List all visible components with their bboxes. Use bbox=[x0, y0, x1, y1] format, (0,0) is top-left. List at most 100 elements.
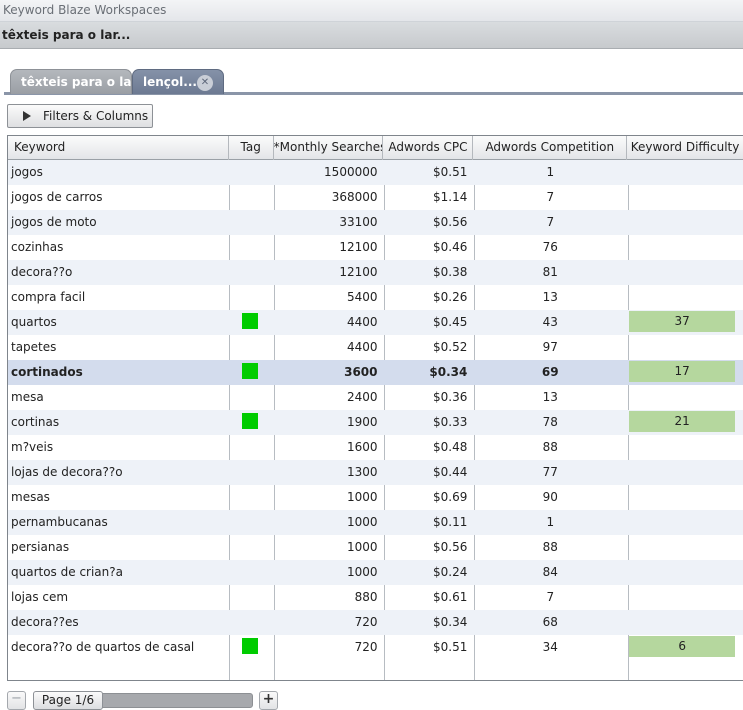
monthly-searches-cell: 720 bbox=[354, 615, 378, 629]
table-row[interactable]: jogos de moto 33100 $0.56 7 bbox=[8, 210, 743, 235]
column-header-keyword[interactable]: Keyword bbox=[8, 136, 229, 160]
plus-icon[interactable]: + bbox=[259, 691, 278, 710]
adwords-cpc-cell: $0.48 bbox=[433, 440, 468, 454]
adwords-competition-cell: 76 bbox=[542, 240, 558, 254]
table-row[interactable]: decora??o de quartos de casal 720 $0.51 34 6 bbox=[8, 635, 743, 660]
table-row[interactable]: quartos 4400 $0.45 43 37 bbox=[8, 310, 743, 335]
table-row[interactable]: jogos 1500000 $0.51 1 bbox=[8, 160, 743, 185]
monthly-searches-cell: 3600 bbox=[344, 365, 378, 379]
adwords-competition-cell: 43 bbox=[542, 315, 558, 329]
tag-cell bbox=[229, 410, 274, 435]
adwords-cpc-cell: $0.45 bbox=[433, 315, 468, 329]
keyword-difficulty-cell bbox=[627, 435, 743, 460]
table-row[interactable]: lojas cem 880 $0.61 7 bbox=[8, 585, 743, 610]
adwords-cpc-cell: $0.26 bbox=[433, 290, 468, 304]
table-row[interactable]: persianas 1000 $0.56 88 bbox=[8, 535, 743, 560]
minus-icon[interactable]: − bbox=[7, 691, 26, 710]
keyword-cell: mesas bbox=[11, 490, 50, 504]
table-row[interactable]: tapetes 4400 $0.52 97 bbox=[8, 335, 743, 360]
tag-cell bbox=[229, 260, 274, 285]
keyword-cell: decora??es bbox=[11, 615, 79, 629]
table-row[interactable]: cortinados 3600 $0.34 69 17 bbox=[8, 360, 743, 385]
keyword-cell: jogos de moto bbox=[11, 215, 97, 229]
adwords-cpc-cell: $0.33 bbox=[433, 415, 468, 429]
keyword-cell: jogos de carros bbox=[11, 190, 103, 204]
adwords-competition-cell: 7 bbox=[546, 590, 555, 604]
column-header-tag[interactable]: Tag bbox=[229, 136, 274, 160]
monthly-searches-cell: 1900 bbox=[346, 415, 378, 429]
adwords-competition-cell: 1 bbox=[546, 165, 555, 179]
adwords-competition-cell: 84 bbox=[542, 565, 558, 579]
tab-label: lençol... bbox=[143, 75, 197, 89]
keyword-cell: quartos de crian?a bbox=[11, 565, 123, 579]
tag-cell bbox=[229, 635, 274, 660]
keyword-cell: pernambucanas bbox=[11, 515, 108, 529]
table-row[interactable]: lojas de decora??o 1300 $0.44 77 bbox=[8, 460, 743, 485]
tag-cell bbox=[229, 235, 274, 260]
monthly-searches-cell: 4400 bbox=[346, 315, 378, 329]
play-icon bbox=[23, 111, 31, 121]
table-row[interactable]: mesas 1000 $0.69 90 bbox=[8, 485, 743, 510]
adwords-cpc-cell: $0.56 bbox=[433, 540, 468, 554]
table-row[interactable]: quartos de crian?a 1000 $0.24 84 bbox=[8, 560, 743, 585]
keyword-grid: Keyword Tag *Monthly Searches Adwords CP… bbox=[7, 135, 743, 681]
adwords-competition-cell: 7 bbox=[546, 215, 555, 229]
column-header-keyword-difficulty[interactable]: Keyword Difficulty bbox=[627, 136, 743, 160]
adwords-cpc-cell: $0.44 bbox=[433, 465, 468, 479]
table-row[interactable]: m?veis 1600 $0.48 88 bbox=[8, 435, 743, 460]
column-header-adwords-competition[interactable]: Adwords Competition bbox=[473, 136, 628, 160]
adwords-competition-cell: 88 bbox=[542, 440, 558, 454]
tab-textiles[interactable]: têxteis para o lar... bbox=[10, 69, 149, 94]
keyword-difficulty-cell: 6 bbox=[627, 635, 743, 660]
monthly-searches-cell: 720 bbox=[354, 640, 378, 654]
tag-cell bbox=[229, 560, 274, 585]
keyword-difficulty-cell bbox=[627, 260, 743, 285]
monthly-searches-cell: 12100 bbox=[339, 240, 378, 254]
monthly-searches-cell: 33100 bbox=[339, 215, 378, 229]
tag-color-swatch[interactable] bbox=[241, 363, 258, 379]
tag-color-swatch[interactable] bbox=[241, 413, 258, 429]
adwords-competition-cell: 97 bbox=[542, 340, 558, 354]
difficulty-score: 37 bbox=[629, 311, 736, 332]
adwords-competition-cell: 90 bbox=[542, 490, 558, 504]
close-icon[interactable]: ✕ bbox=[197, 75, 213, 91]
monthly-searches-cell: 2400 bbox=[346, 390, 378, 404]
table-row[interactable]: cozinhas 12100 $0.46 76 bbox=[8, 235, 743, 260]
tag-color-swatch[interactable] bbox=[241, 313, 258, 329]
keyword-difficulty-cell bbox=[627, 185, 743, 210]
keyword-difficulty-cell: 21 bbox=[627, 410, 743, 435]
table-row[interactable]: compra facil 5400 $0.26 13 bbox=[8, 285, 743, 310]
adwords-competition-cell: 7 bbox=[546, 190, 555, 204]
monthly-searches-cell: 1500000 bbox=[324, 165, 378, 179]
monthly-searches-cell: 5400 bbox=[346, 290, 378, 304]
page-indicator[interactable]: Page 1/6 bbox=[33, 691, 103, 710]
adwords-cpc-cell: $0.52 bbox=[433, 340, 468, 354]
keyword-difficulty-cell bbox=[627, 535, 743, 560]
table-row[interactable]: decora??es 720 $0.34 68 bbox=[8, 610, 743, 635]
adwords-cpc-cell: $1.14 bbox=[433, 190, 468, 204]
column-header-adwords-cpc[interactable]: Adwords CPC bbox=[383, 136, 474, 160]
keyword-cell: lojas de decora??o bbox=[11, 465, 123, 479]
tab-label: têxteis para o lar... bbox=[21, 75, 150, 89]
adwords-cpc-cell: $0.36 bbox=[433, 390, 468, 404]
table-row[interactable]: pernambucanas 1000 $0.11 1 bbox=[8, 510, 743, 535]
table-row[interactable]: mesa 2400 $0.36 13 bbox=[8, 385, 743, 410]
table-row[interactable]: jogos de carros 368000 $1.14 7 bbox=[8, 185, 743, 210]
keyword-difficulty-cell bbox=[627, 335, 743, 360]
filters-columns-button[interactable]: Filters & Columns bbox=[7, 104, 153, 128]
adwords-cpc-cell: $0.51 bbox=[433, 640, 468, 654]
filters-columns-label: Filters & Columns bbox=[43, 109, 149, 123]
tab-lencol[interactable]: lençol... ✕ bbox=[132, 69, 224, 94]
pager: − Page 1/6 + bbox=[0, 686, 743, 710]
adwords-cpc-cell: $0.51 bbox=[433, 165, 468, 179]
tag-color-swatch[interactable] bbox=[241, 638, 258, 654]
adwords-competition-cell: 81 bbox=[542, 265, 558, 279]
column-header-monthly-searches[interactable]: *Monthly Searches bbox=[274, 136, 384, 160]
table-row[interactable]: decora??o 12100 $0.38 81 bbox=[8, 260, 743, 285]
adwords-cpc-cell: $0.24 bbox=[433, 565, 468, 579]
table-row[interactable]: cortinas 1900 $0.33 78 21 bbox=[8, 410, 743, 435]
keyword-cell: tapetes bbox=[11, 340, 57, 354]
difficulty-score: 21 bbox=[629, 411, 736, 432]
tag-cell bbox=[229, 285, 274, 310]
grid-header: Keyword Tag *Monthly Searches Adwords CP… bbox=[8, 136, 743, 160]
